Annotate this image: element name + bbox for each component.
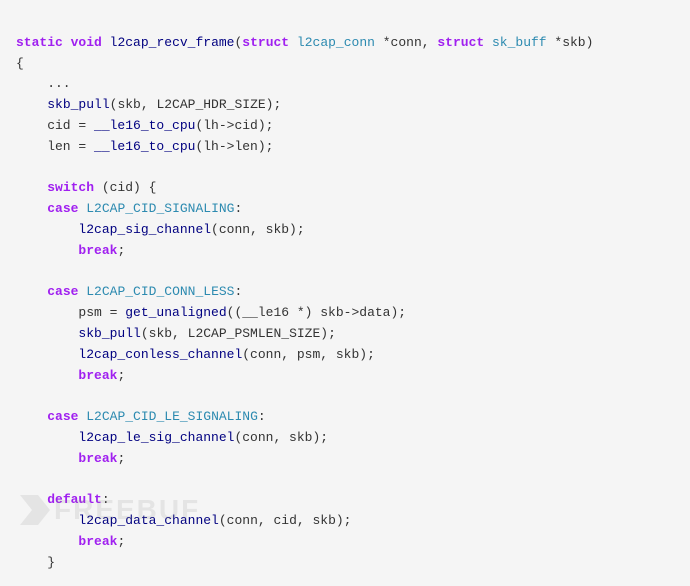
param-type-1: struct — [242, 35, 289, 50]
func-name: l2cap_recv_frame — [110, 35, 235, 50]
code-viewer: static void l2cap_recv_frame(struct l2ca… — [0, 0, 690, 586]
return-type: void — [71, 35, 102, 50]
func-keyword: static — [16, 35, 63, 50]
